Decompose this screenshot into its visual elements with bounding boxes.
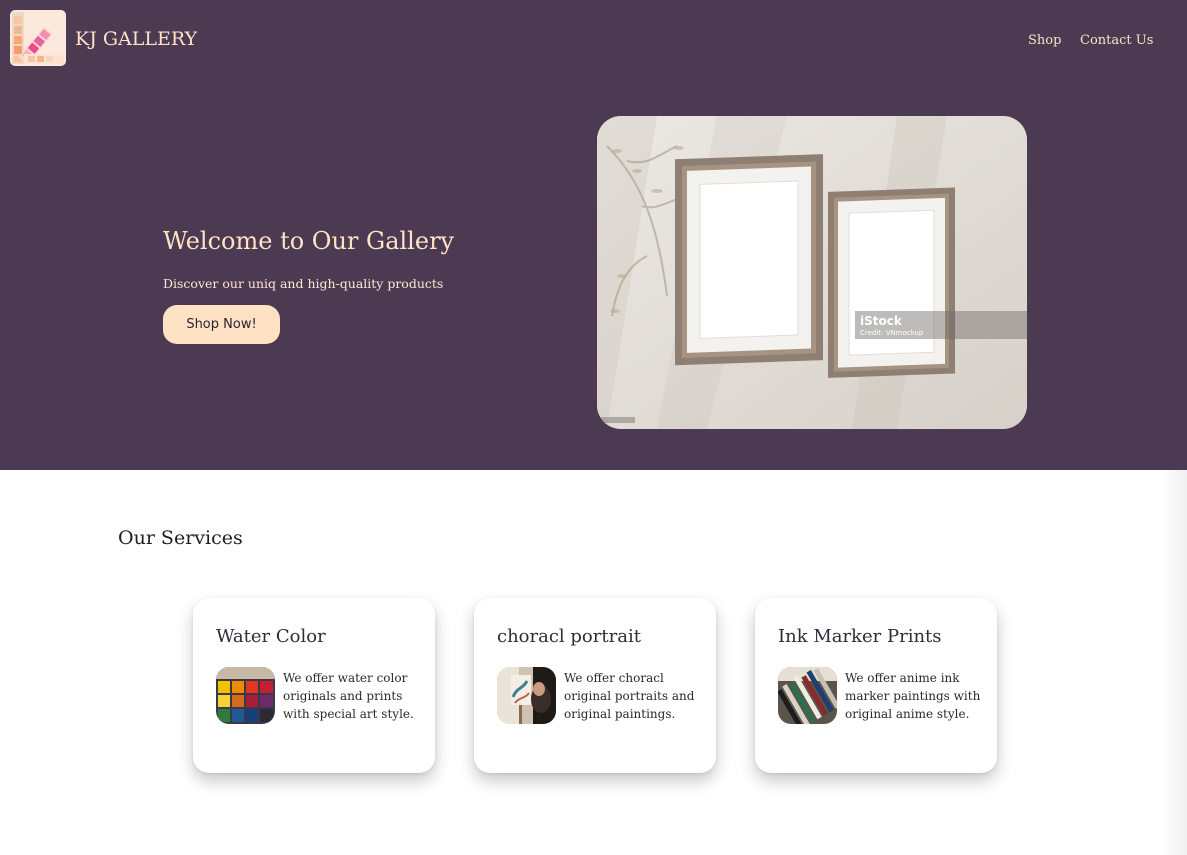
ink-markers-thumb <box>778 667 837 724</box>
color-swatch-logo-icon[interactable] <box>10 10 66 66</box>
watermark-text: iStock <box>860 314 903 328</box>
painter-easel-thumb <box>497 667 556 724</box>
card-description: We offer water color originals and print… <box>283 671 414 721</box>
card-title: Water Color <box>216 626 326 647</box>
card-description: We offer choracl original portraits and … <box>564 671 695 721</box>
shop-now-button[interactable]: Shop Now! <box>163 305 280 344</box>
watercolor-palette-thumb <box>216 667 275 724</box>
service-card-ink-marker-prints[interactable]: Ink Marker Prints We offer anime ink mar… <box>755 598 997 773</box>
card-description: We offer anime ink marker paintings with… <box>845 671 981 721</box>
service-card-choracl-portrait[interactable]: choracl portrait We offer choracl origin… <box>474 598 716 773</box>
watermark-credit: Credit: VNmockup <box>860 329 924 337</box>
hero-frames-image: iStock Credit: VNmockup <box>597 116 1027 429</box>
nav-link-shop[interactable]: Shop <box>1028 33 1061 48</box>
scroll-edge-shade <box>1160 470 1187 855</box>
card-title: choracl portrait <box>497 626 641 647</box>
nav-link-contact-us[interactable]: Contact Us <box>1080 33 1153 48</box>
service-card-water-color[interactable]: Water Color We offer water color origina… <box>193 598 435 773</box>
services-title: Our Services <box>118 527 243 549</box>
hero-subtitle: Discover our uniq and high-quality produ… <box>163 276 444 291</box>
hero-title: Welcome to Our Gallery <box>163 227 455 255</box>
brand-name[interactable]: KJ GALLERY <box>75 28 197 50</box>
card-title: Ink Marker Prints <box>778 626 942 647</box>
hero-section: KJ GALLERY Shop Contact Us Welcome to Ou… <box>0 0 1187 470</box>
